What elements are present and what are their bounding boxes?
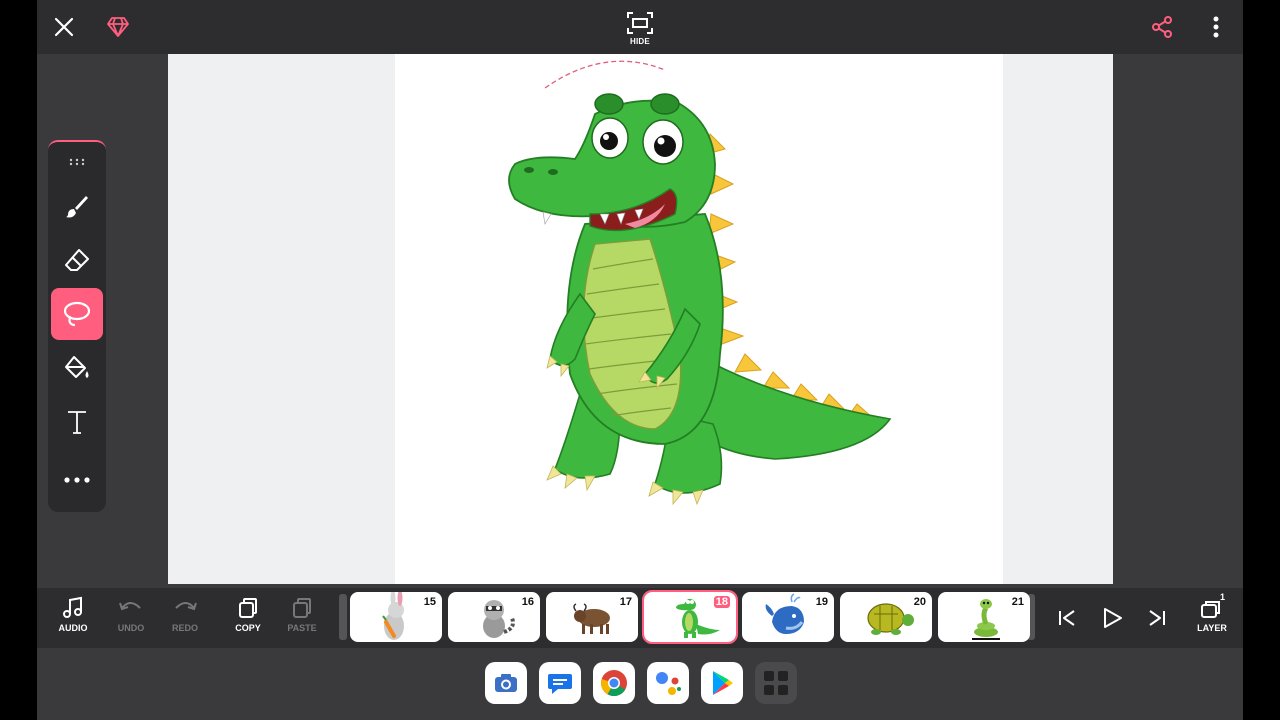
text-tool-icon[interactable] <box>51 396 103 448</box>
tool-palette <box>48 140 106 512</box>
layer-button[interactable]: 1 LAYER <box>1187 592 1237 640</box>
frame-number: 21 <box>1011 596 1024 608</box>
messages-app-icon[interactable] <box>539 662 581 704</box>
drag-handle-icon[interactable] <box>51 144 103 180</box>
audio-button[interactable]: AUDIO <box>48 596 98 640</box>
audio-label: AUDIO <box>58 623 88 633</box>
frame-thumbnail[interactable]: 20 <box>840 592 932 642</box>
first-frame-icon[interactable] <box>1047 598 1087 638</box>
chrome-app-icon[interactable] <box>593 662 635 704</box>
share-icon[interactable] <box>1147 12 1177 42</box>
camera-app-icon[interactable] <box>485 662 527 704</box>
frame-strip[interactable]: 15 16 17 18 19 20 21 <box>337 588 1037 648</box>
layers-icon: 1 <box>1199 592 1225 620</box>
copy-button[interactable]: COPY <box>223 596 273 640</box>
frame-thumbnail[interactable]: 18 <box>642 590 738 644</box>
frame-number: 19 <box>815 596 828 608</box>
paste-button[interactable]: PASTE <box>277 596 327 640</box>
paste-icon <box>293 598 311 618</box>
redo-icon <box>175 602 197 611</box>
frame-thumbnail[interactable]: 15 <box>350 592 442 642</box>
frame-number: 16 <box>521 596 534 608</box>
last-frame-icon[interactable] <box>1137 598 1177 638</box>
play-icon[interactable] <box>1092 598 1132 638</box>
app-drawer-icon[interactable] <box>755 662 797 704</box>
lasso-icon[interactable] <box>51 288 103 340</box>
canvas-area[interactable] <box>168 54 1113 584</box>
frame-number: 17 <box>619 596 632 608</box>
undo-icon <box>119 602 141 611</box>
play-store-app-icon[interactable] <box>701 662 743 704</box>
hide-button[interactable]: HIDE <box>620 6 660 50</box>
frame-thumbnail[interactable]: 17 <box>546 592 638 642</box>
frame-strip-edge <box>339 594 347 640</box>
hide-toolbar-icon <box>627 11 653 34</box>
hide-label: HIDE <box>630 36 650 46</box>
brush-icon[interactable] <box>51 180 103 232</box>
frame-number: 15 <box>423 596 436 608</box>
layer-count: 1 <box>1219 592 1225 602</box>
copy-label: COPY <box>235 623 261 633</box>
taskbar-dock <box>485 662 805 706</box>
paste-label: PASTE <box>287 623 317 633</box>
frame-thumbnail[interactable]: 21 <box>938 592 1030 642</box>
assistant-app-icon[interactable] <box>647 662 689 704</box>
eraser-icon[interactable] <box>51 234 103 286</box>
diamond-icon[interactable] <box>103 12 133 42</box>
frame-thumbnail[interactable]: 16 <box>448 592 540 642</box>
more-horizontal-icon[interactable] <box>51 454 103 506</box>
undo-button[interactable]: UNDO <box>106 596 156 640</box>
copy-icon <box>239 598 257 618</box>
frame-number: 20 <box>913 596 926 608</box>
crocodile-drawing <box>508 60 892 506</box>
layer-label: LAYER <box>1197 623 1227 633</box>
redo-button[interactable]: REDO <box>160 596 210 640</box>
drawing-canvas[interactable] <box>395 54 1003 584</box>
music-note-icon <box>63 596 82 618</box>
close-icon[interactable] <box>49 12 79 42</box>
frame-thumbnail[interactable]: 19 <box>742 592 834 642</box>
animation-editor: HIDE AUDIO UNDO REDO COPY PASTE 15 16 17… <box>37 0 1243 720</box>
bottom-toolbar: AUDIO UNDO REDO COPY PASTE 15 16 17 18 1… <box>37 588 1243 648</box>
redo-label: REDO <box>171 623 198 633</box>
undo-label: UNDO <box>117 623 145 633</box>
frame-number: 18 <box>713 596 730 608</box>
fill-bucket-icon[interactable] <box>51 342 103 394</box>
more-vertical-icon[interactable] <box>1201 12 1231 42</box>
top-bar: HIDE <box>37 0 1243 54</box>
